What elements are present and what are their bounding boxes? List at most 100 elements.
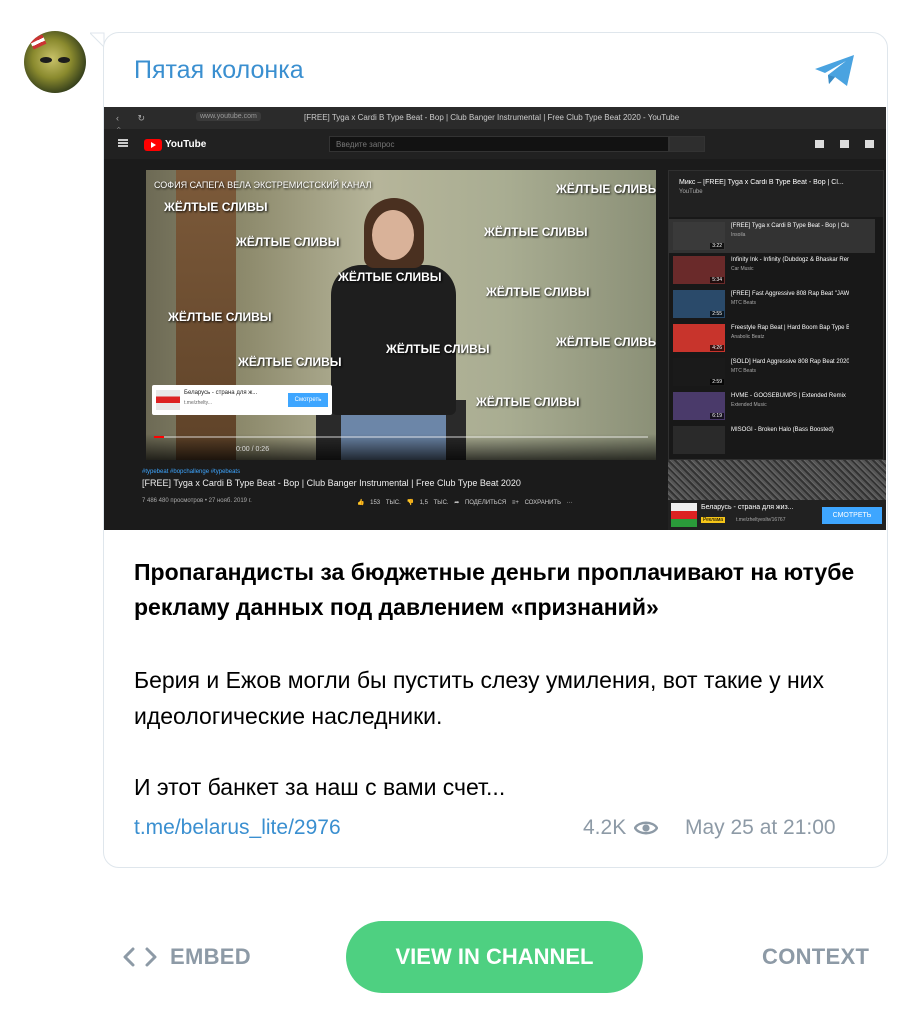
browser-url: www.youtube.com [196, 112, 261, 121]
browser-tab-title: [FREE] Tyga x Cardi B Type Beat - Bop | … [304, 113, 680, 122]
playlist-thumbnail: 2:55 [673, 290, 725, 318]
playlist-thumbnail: 2:59 [673, 358, 725, 386]
post-media-screenshot[interactable]: ‹ ↻ ⌂ www.youtube.com [FREE] Tyga x Card… [104, 107, 886, 530]
playlist-duration: 6:19 [710, 413, 724, 419]
ad-label-badge: Реклама [701, 517, 726, 523]
video-player: СОФИЯ САПЕГА ВЕЛА ЭКСТРЕМИСТСКИЙ КАНАЛ Ж… [146, 170, 656, 460]
video-time: 0:00 / 0:26 [236, 446, 270, 453]
ad-watch-button: Смотреть [288, 393, 328, 407]
youtube-search-input: Введите запрос [329, 136, 669, 152]
view-count: 4.2K [583, 816, 659, 840]
playlist-thumbnail [673, 426, 725, 454]
embed-label: EMBED [170, 944, 251, 969]
playlist-duration: 3:22 [710, 243, 724, 249]
post-link[interactable]: t.me/belarus_lite/2976 [134, 816, 341, 840]
playlist-item-channel: Anabolic Beatz [731, 334, 765, 340]
post-paragraph: Берия и Ежов могли бы пустить слезу умил… [134, 667, 825, 729]
playlist-item: 4:26 Freestyle Rap Beat | Hard Boom Bap T… [669, 321, 875, 355]
playlist-item: 6:19 HVME - GOOSEBUMPS | Extended Remix Ex… [669, 389, 875, 423]
playlist-duration: 2:59 [710, 379, 724, 385]
view-in-channel-button[interactable]: VIEW IN CHANNEL [346, 921, 643, 993]
playlist-thumbnail: 5:34 [673, 256, 725, 284]
video-actions: 👍 153 ТЫС. 👎 1,5 ТЫС. ➦ ПОДЕЛИТЬСЯ ≡+ СО… [357, 500, 573, 506]
playlist-item: 5:34 Infinity Ink - Infinity (Dubdogz & B… [669, 253, 875, 287]
browser-bar: ‹ ↻ ⌂ www.youtube.com [FREE] Tyga x Card… [104, 107, 886, 134]
code-brackets-icon [123, 947, 157, 967]
playlist-text: HVME - GOOSEBUMPS | Extended Remix Extend… [731, 392, 849, 408]
embed-button[interactable]: EMBED [122, 944, 251, 970]
watermark: ЖЁЛТЫЕ СЛИВЫ [484, 225, 588, 239]
youtube-logo: YouTube [144, 138, 206, 151]
playlist-item-title: [FREE] Tyga x Cardi B Type Beat - Bop | … [731, 223, 849, 229]
playlist-duration: 2:55 [710, 311, 724, 317]
context-button[interactable]: CONTEXT [762, 944, 869, 970]
playlist-item-title: Freestyle Rap Beat | Hard Boom Bap Type … [731, 325, 849, 331]
watermark: ЖЁЛТЫЕ СЛИВЫ [236, 235, 340, 249]
eye-icon [634, 821, 659, 835]
playlist-duration: 5:34 [710, 277, 724, 283]
playlist-item-channel: Extended Music [731, 402, 767, 408]
playlist-item: MISOGI - Broken Halo (Bass Boosted) [669, 423, 875, 457]
playlist-text: MISOGI - Broken Halo (Bass Boosted) [731, 426, 849, 436]
sidebar-ad-button: СМОТРЕТЬ [822, 507, 882, 524]
video-ad-overlay: Беларусь - страна для ж... t.me/zhelty..… [152, 385, 332, 415]
playlist-item-channel: MTC Beats [731, 300, 757, 306]
playlist-text: Freestyle Rap Beat | Hard Boom Bap Type … [731, 324, 849, 340]
view-count-value: 4.2K [583, 816, 627, 839]
playlist-header: Микс – [FREE] Tyga x Cardi B Type Beat -… [669, 171, 883, 217]
playlist-title: Микс – [FREE] Tyga x Cardi B Type Beat -… [679, 179, 844, 186]
playlist-item-channel: Car Music [731, 266, 754, 272]
youtube-logo-text: YouTube [165, 139, 207, 150]
playlist-noise [668, 460, 886, 500]
watermark: ЖЁЛТЫЕ СЛИВЫ [556, 335, 656, 349]
channel-name[interactable]: Пятая колонка [134, 56, 304, 85]
watermark: ЖЁЛТЫЕ СЛИВЫ [338, 270, 442, 284]
playlist-item-title: Infinity Ink - Infinity (Dubdogz & Bhask… [731, 257, 849, 263]
flag-icon [29, 34, 47, 50]
flag-icon [671, 503, 697, 527]
video-meta: #typebeat #bopchallenge #typebeats [FREE… [142, 469, 662, 506]
telegram-plane-icon[interactable] [813, 53, 857, 89]
person-body [331, 265, 456, 415]
playlist-text: [FREE] Tyga x Cardi B Type Beat - Bop | … [731, 222, 849, 238]
playlist-item: 3:22 [FREE] Tyga x Cardi B Type Beat - Bo… [669, 219, 875, 253]
watermark: ЖЁЛТЫЕ СЛИВЫ [386, 342, 490, 356]
watermark: ЖЁЛТЫЕ СЛИВЫ [238, 355, 342, 369]
progress-fill [154, 436, 164, 438]
post-date[interactable]: May 25 at 21:00 [685, 816, 836, 840]
video-tags: #typebeat #bopchallenge #typebeats [142, 469, 241, 475]
playlist-item: 2:55 [FREE] Fast Aggressive 808 Rap Beat … [669, 287, 875, 321]
playlist-duration: 4:26 [710, 345, 724, 351]
playlist-thumbnail: 4:26 [673, 324, 725, 352]
watermark: ЖЁЛТЫЕ СЛИВЫ [556, 182, 656, 196]
video-title: [FREE] Tyga x Cardi B Type Beat - Bop | … [142, 478, 521, 488]
ad-title: Беларусь - страна для ж... [184, 390, 258, 396]
search-icon [669, 136, 705, 152]
channel-avatar[interactable] [24, 31, 86, 93]
avatar-eye [58, 57, 70, 63]
playlist-text: Infinity Ink - Infinity (Dubdogz & Bhask… [731, 256, 849, 272]
video-progress-bar [154, 436, 648, 438]
menu-icon [118, 139, 128, 147]
watermark: ЖЁЛТЫЕ СЛИВЫ [476, 395, 580, 409]
playlist-panel: Микс – [FREE] Tyga x Cardi B Type Beat -… [668, 170, 884, 460]
youtube-header-icons [815, 140, 874, 148]
ad-link: t.me/zhelty... [184, 400, 212, 406]
sidebar-ad: Беларусь - страна для жиз... Реклама t.m… [668, 500, 886, 530]
watermark: ЖЁЛТЫЕ СЛИВЫ [168, 310, 272, 324]
sidebar-ad-title: Беларусь - страна для жиз... [701, 504, 794, 511]
playlist-item-title: [FREE] Fast Aggressive 808 Rap Beat "JAW… [731, 291, 849, 297]
youtube-play-icon [144, 138, 162, 151]
watermark: ЖЁЛТЫЕ СЛИВЫ [486, 285, 590, 299]
youtube-header: YouTube Введите запрос [104, 129, 886, 159]
playlist-item-title: [SOLD] Hard Aggressive 808 Rap Beat 2020… [731, 359, 849, 365]
playlist-thumbnail: 3:22 [673, 222, 725, 250]
playlist-item-channel: MTC Beats [731, 368, 757, 374]
playlist-item-title: MISOGI - Broken Halo (Bass Boosted) [731, 427, 834, 433]
browser-nav-icons: ‹ ↻ ⌂ [116, 113, 154, 134]
playlist-item-title: HVME - GOOSEBUMPS | Extended Remix [731, 393, 846, 399]
post-paragraph: И этот банкет за наш с вами счет... [134, 774, 506, 800]
watermark: ЖЁЛТЫЕ СЛИВЫ [164, 200, 268, 214]
playlist-item-channel: Insoila [731, 232, 746, 238]
post-headline: Пропагандисты за бюджетные деньги пропла… [134, 559, 855, 620]
